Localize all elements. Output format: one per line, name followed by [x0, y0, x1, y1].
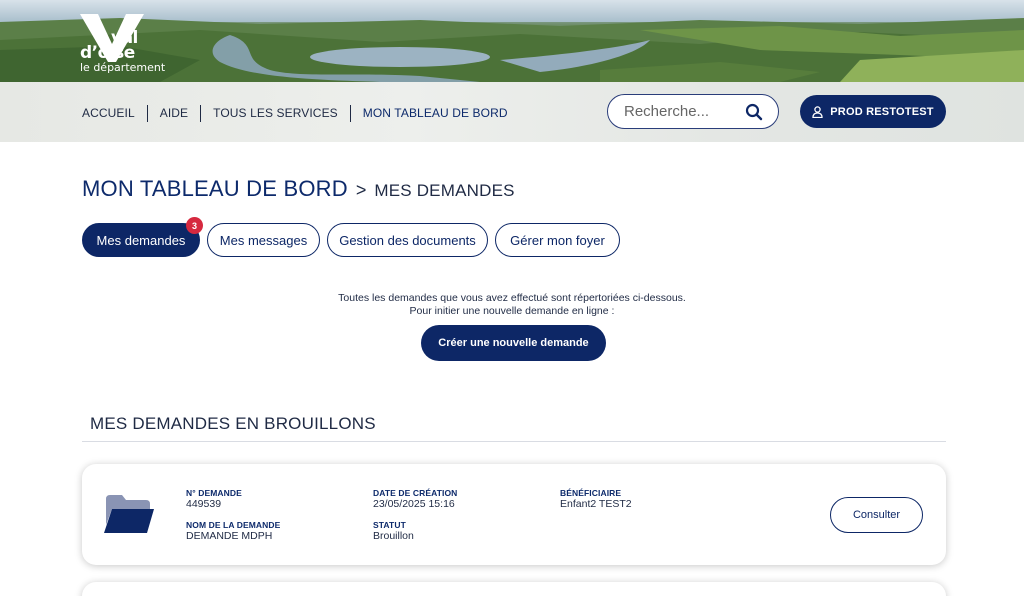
breadcrumb-separator: >: [355, 180, 367, 200]
status-field: STATUT Brouillon: [373, 520, 414, 543]
intro-line-1: Toutes les demandes que vous avez effect…: [338, 292, 686, 304]
creation-date-field: DATE DE CRÉATION 23/05/2025 15:16: [373, 488, 457, 511]
request-name-field: NOM DE LA DEMANDE DEMANDE MDPH: [186, 520, 280, 543]
logo-text-doise: d’oise: [80, 43, 135, 63]
intro-line-2: Pour initier une nouvelle demande en lig…: [409, 305, 615, 317]
intro-text: Toutes les demandes que vous avez effect…: [0, 292, 1024, 318]
request-number-label: N° DEMANDE: [186, 488, 242, 498]
request-card: N° DEMANDE 449539 NOM DE LA DEMANDE DEMA…: [82, 464, 946, 565]
folder-icon: [104, 495, 154, 538]
request-number-field: N° DEMANDE 449539: [186, 488, 242, 511]
nav-item-mon-tableau-de-bord[interactable]: MON TABLEAU DE BORD: [351, 104, 520, 122]
request-name-label: NOM DE LA DEMANDE: [186, 520, 281, 530]
search-input[interactable]: [624, 103, 744, 120]
breadcrumb: MON TABLEAU DE BORD > MES DEMANDES: [82, 176, 515, 202]
tab-label: Gérer mon foyer: [510, 232, 605, 248]
user-account-label: PROD RESTOTEST: [830, 105, 934, 118]
search-icon[interactable]: [744, 102, 764, 122]
nav-item-accueil[interactable]: ACCUEIL: [82, 104, 147, 122]
consult-button[interactable]: Consulter: [830, 497, 923, 533]
tab-mes-demandes[interactable]: Mes demandes 3: [82, 217, 203, 257]
tab-bar: Mes demandes 3 Mes messages Gestion des …: [82, 217, 627, 257]
search-box: [607, 94, 779, 129]
request-number-value: 449539: [186, 498, 222, 510]
create-request-button[interactable]: Créer une nouvelle demande: [421, 325, 606, 361]
status-label: STATUT: [373, 520, 406, 530]
user-account-button[interactable]: PROD RESTOTEST: [800, 95, 946, 128]
nav-item-aide[interactable]: AIDE: [148, 104, 200, 122]
logo-text-departement: le département: [80, 61, 166, 74]
main-nav: ACCUEIL AIDE TOUS LES SERVICES MON TABLE…: [82, 104, 520, 122]
tab-gestion-des-documents[interactable]: Gestion des documents: [327, 223, 488, 257]
beneficiary-label: BÉNÉFICIAIRE: [560, 488, 622, 498]
creation-date-value: 23/05/2025 15:16: [373, 498, 455, 510]
user-icon: [812, 105, 823, 118]
request-name-value: DEMANDE MDPH: [186, 530, 273, 542]
tab-label: Mes demandes: [96, 232, 186, 248]
section-divider: [82, 441, 946, 442]
tab-mes-messages[interactable]: Mes messages: [207, 223, 320, 257]
creation-date-label: DATE DE CRÉATION: [373, 488, 458, 498]
beneficiary-field: BÉNÉFICIAIRE Enfant2 TEST2: [560, 488, 632, 511]
status-value: Brouillon: [373, 530, 414, 542]
section-title: MES DEMANDES EN BROUILLONS: [90, 414, 376, 433]
notification-badge: 3: [186, 217, 203, 234]
nav-item-tous-les-services[interactable]: TOUS LES SERVICES: [201, 104, 350, 122]
breadcrumb-root[interactable]: MON TABLEAU DE BORD: [82, 176, 348, 202]
request-card: [82, 582, 946, 596]
tab-label: Mes messages: [219, 232, 308, 248]
logo[interactable]: val d’oise le département: [80, 14, 190, 76]
tab-label: Gestion des documents: [339, 232, 476, 248]
beneficiary-value: Enfant2 TEST2: [560, 498, 632, 510]
page-title: MES DEMANDES: [374, 181, 515, 200]
header-banner: val d’oise le département: [0, 0, 1024, 82]
tab-gerer-mon-foyer[interactable]: Gérer mon foyer: [495, 223, 620, 257]
